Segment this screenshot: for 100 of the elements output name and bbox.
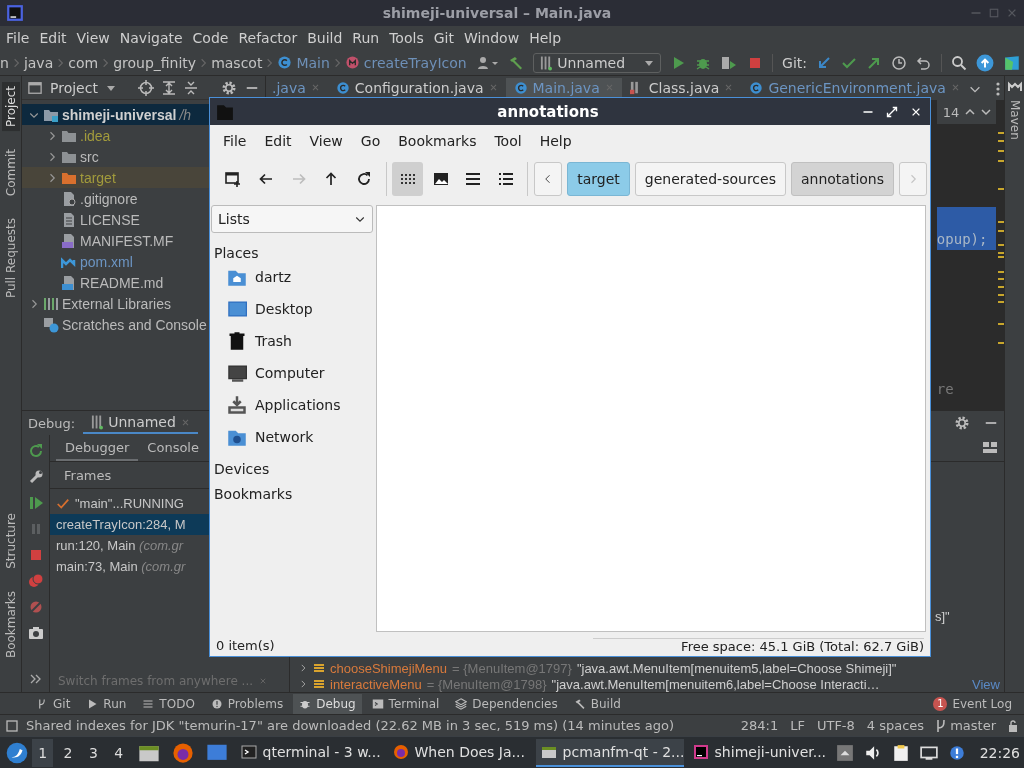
menu-item[interactable]: View <box>71 30 115 46</box>
editor-tab[interactable]: Class.java <box>621 78 742 100</box>
history-icon[interactable] <box>891 54 907 71</box>
tool-window-button[interactable]: Git <box>30 693 77 714</box>
collapse-all-icon[interactable] <box>183 79 198 96</box>
previous-match-icon[interactable] <box>965 107 976 117</box>
menu-item[interactable]: Help <box>524 30 567 46</box>
tree-item[interactable]: Scratches and Console <box>62 316 207 333</box>
menu-item[interactable]: Edit <box>255 133 301 149</box>
tool-window-button[interactable]: Build <box>567 693 627 714</box>
path-button[interactable]: target <box>567 162 630 196</box>
debug-tab[interactable]: Debugger <box>56 435 139 461</box>
status-item[interactable]: UTF-8 <box>816 718 855 733</box>
menu-item[interactable]: File <box>214 133 256 149</box>
menu-item[interactable]: Build <box>302 30 348 46</box>
workspace-button[interactable]: 1 <box>32 738 54 767</box>
tool-window-tab[interactable]: Pull Requests <box>1 214 20 303</box>
camera-icon[interactable] <box>27 625 44 641</box>
workspace-button[interactable]: 2 <box>57 738 79 767</box>
place-item[interactable]: Trash <box>255 333 292 349</box>
workspace-button[interactable]: 3 <box>82 738 105 767</box>
tool-window-button[interactable]: Problems <box>204 693 290 714</box>
branch-name[interactable]: master <box>950 718 996 733</box>
browser-icon[interactable] <box>171 741 194 764</box>
taskbar-button[interactable]: shimeji-univer... <box>687 738 832 767</box>
thread-item[interactable]: "main"...RUNNING <box>75 496 184 511</box>
status-item[interactable]: 284:1 <box>740 718 779 733</box>
taskbar-button[interactable]: When Does Ja... <box>387 738 532 767</box>
editor-tab[interactable]: Configuration.java <box>327 78 506 100</box>
breadcrumb[interactable]: com <box>68 54 99 71</box>
more-icon[interactable] <box>995 81 1000 97</box>
tool-window-tab[interactable]: Project <box>1 82 20 132</box>
tree-item[interactable]: External Libraries <box>62 295 171 312</box>
workspace-button[interactable]: 4 <box>108 738 130 767</box>
hammer-icon[interactable] <box>508 54 525 71</box>
frame-item[interactable]: run:120, Main (com.gr <box>56 538 184 553</box>
lock-icon[interactable] <box>1008 719 1018 732</box>
frame-item[interactable]: main:73, Main (com.gr <box>56 559 186 574</box>
tool-window-button[interactable]: TODO <box>136 693 201 714</box>
debug-tab[interactable]: Console <box>138 435 208 461</box>
view-mode-button[interactable] <box>392 162 424 196</box>
status-item[interactable]: LF <box>790 718 805 733</box>
tree-item[interactable]: LICENSE <box>80 211 140 228</box>
settings-icon[interactable] <box>954 415 970 431</box>
tree-item[interactable]: pom.xml <box>80 253 133 270</box>
menu-item[interactable]: Edit <box>34 30 72 46</box>
wrench-icon[interactable] <box>27 469 44 485</box>
taskbar-button[interactable]: qterminal - 3 w... <box>235 738 384 767</box>
path-button[interactable]: generated-sources <box>634 162 786 196</box>
menu-item[interactable]: Tools <box>384 30 429 46</box>
menu-item[interactable]: Tool <box>485 133 531 149</box>
menu-item[interactable]: Navigate <box>114 30 188 46</box>
tool-window-tab[interactable]: Commit <box>1 145 20 201</box>
tool-window-button[interactable]: Dependencies <box>449 693 564 714</box>
tree-item[interactable]: target <box>80 169 116 186</box>
editor-tab[interactable]: GenericEnvironment.java <box>741 78 968 100</box>
resume-icon[interactable] <box>27 495 44 511</box>
taskbar-button[interactable]: pcmanfm-qt - 2... <box>535 738 684 767</box>
tree-item[interactable]: .gitignore <box>80 190 138 207</box>
session-tab[interactable]: Unnamed <box>83 412 198 434</box>
toggle-tool-windows-icon[interactable] <box>6 719 18 732</box>
menu-item[interactable]: Go <box>351 133 390 149</box>
menu-item[interactable]: Bookmarks <box>389 133 486 149</box>
tree-item[interactable]: README.md <box>80 274 164 291</box>
menu-item[interactable]: Help <box>530 133 581 149</box>
place-item[interactable]: Computer <box>255 365 325 381</box>
breadcrumb[interactable]: java <box>23 54 54 71</box>
breadcrumb[interactable]: group_finity <box>113 54 197 71</box>
settings-icon[interactable] <box>221 79 237 96</box>
rerun-icon[interactable] <box>27 443 44 459</box>
menu-item[interactable]: Window <box>458 30 525 46</box>
breadcrumb[interactable]: n <box>0 54 9 71</box>
editor-tab[interactable]: .java <box>266 78 328 100</box>
clipboard-icon[interactable] <box>891 743 910 762</box>
start-menu-icon[interactable] <box>6 741 28 764</box>
search-icon[interactable] <box>951 54 967 71</box>
breadcrumb[interactable]: mascot <box>211 54 263 71</box>
menu-item[interactable]: Refactor <box>233 30 303 46</box>
menu-item[interactable]: Run <box>347 30 385 46</box>
tree-item[interactable]: shimeji-universal <box>62 106 177 123</box>
tree-item[interactable]: src <box>80 148 99 165</box>
notification-icon[interactable] <box>947 743 966 762</box>
menu-item[interactable]: File <box>1 30 35 46</box>
side-pane-dropdown[interactable]: Lists <box>211 205 373 233</box>
menu-item[interactable]: Git <box>428 30 459 46</box>
menu-item[interactable]: Code <box>187 30 234 46</box>
menu-item[interactable]: View <box>300 133 352 149</box>
tree-item[interactable]: MANIFEST.MF <box>80 232 174 249</box>
tool-window-button[interactable]: Debug <box>293 693 362 714</box>
locate-icon[interactable] <box>137 79 154 96</box>
user-icon[interactable] <box>477 54 500 71</box>
revert-icon[interactable] <box>916 54 932 71</box>
expand-all-icon[interactable] <box>161 79 176 96</box>
run-configuration-dropdown[interactable]: Unnamed <box>533 52 662 73</box>
upload-icon[interactable] <box>976 53 994 72</box>
tree-item[interactable]: .idea <box>80 127 111 144</box>
update-project-icon[interactable] <box>816 54 832 71</box>
more-actions-icon[interactable] <box>29 674 42 684</box>
path-button[interactable]: annotations <box>790 162 895 196</box>
next-match-icon[interactable] <box>981 107 992 117</box>
